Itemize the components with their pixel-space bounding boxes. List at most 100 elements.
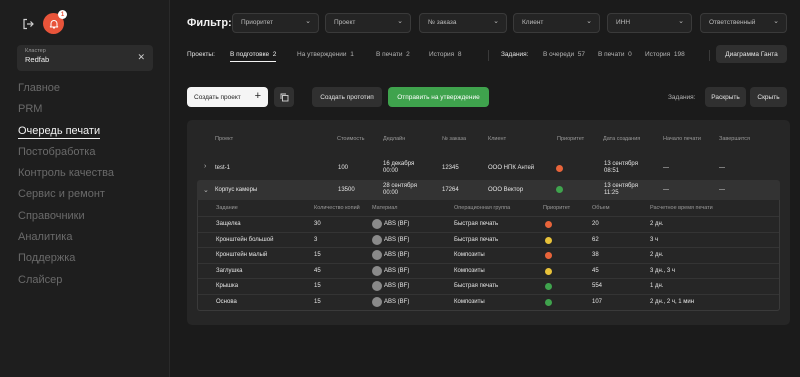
cell-print-start: — xyxy=(663,165,669,171)
material-color-swatch xyxy=(372,265,382,276)
header-order-number: № заказа xyxy=(442,136,467,142)
chevron-right-icon[interactable]: › xyxy=(204,163,206,170)
chevron-down-icon: ⌄ xyxy=(773,18,779,25)
notifications-button[interactable]: 1 xyxy=(43,10,67,34)
cell-material: ABS (BF) xyxy=(384,283,410,289)
cell-operation-group: Быстрая печать xyxy=(454,221,499,227)
list-item[interactable]: Защелка 30 ABS (BF) Быстрая печать 20 2 дн. xyxy=(198,216,779,232)
status-tabs: Проекты: В подготовке 2 На утверждении 1… xyxy=(187,48,790,62)
send-approval-button[interactable]: Отправить на утверждение xyxy=(388,87,489,107)
cell-material: ABS (BF) xyxy=(384,298,410,305)
cell-finish: — xyxy=(719,187,725,193)
cell-copies: 15 xyxy=(314,298,321,305)
copy-button[interactable] xyxy=(274,87,294,107)
material-color-swatch xyxy=(372,234,382,245)
tab-tasks-history[interactable]: История 198 xyxy=(645,51,685,58)
subheader-print-time: Расчетное время печати xyxy=(650,205,713,211)
cell-operation-group: Композиты xyxy=(454,267,485,274)
cell-project: Корпус камеры xyxy=(215,187,258,193)
chevron-down-icon: ⌄ xyxy=(586,18,592,25)
cell-task: Кронштейн большой xyxy=(216,236,274,243)
create-project-button[interactable]: Создать проект + xyxy=(187,87,268,107)
logout-icon xyxy=(23,18,34,30)
main-content: Фильтр: Приоритет ⌄ Проект ⌄ № заказа ⌄ Кли… xyxy=(171,0,800,377)
cell-volume: 38 xyxy=(592,252,599,258)
priority-dot xyxy=(545,283,552,290)
nav-item-support[interactable]: Поддержка xyxy=(18,250,114,271)
header-cost: Стоимость xyxy=(337,136,365,142)
cell-client: ООО НПК Антей xyxy=(488,165,535,171)
cell-operation-group: Композиты xyxy=(454,252,485,258)
plus-icon: + xyxy=(254,90,261,102)
nav-item-slicer[interactable]: Слайсер xyxy=(18,272,114,293)
sidebar: 1 Кластер Redfab ✕ Главное PRM Очередь п… xyxy=(0,0,170,377)
tab-in-print[interactable]: В печати 2 xyxy=(376,51,410,58)
cell-deadline: 28 сентября xyxy=(383,183,417,189)
cell-task: Крышка xyxy=(216,283,239,289)
filter-priority[interactable]: Приоритет ⌄ xyxy=(232,13,319,33)
filter-title: Фильтр: xyxy=(187,17,232,29)
nav-item-print-queue[interactable]: Очередь печати xyxy=(18,123,114,144)
tab-tasks-printing[interactable]: В печати 0 xyxy=(598,51,632,58)
filter-project[interactable]: Проект ⌄ xyxy=(325,13,411,33)
chevron-down-icon: ⌄ xyxy=(305,18,311,25)
nav-item-quality-control[interactable]: Контроль качества xyxy=(18,165,114,186)
tab-tasks-queued[interactable]: В очереди 57 xyxy=(543,51,585,58)
cell-volume: 62 xyxy=(592,236,599,243)
list-item[interactable]: Крышка 15 ABS (BF) Быстрая печать 554 1 дн. xyxy=(198,278,779,294)
filter-client[interactable]: Клиент ⌄ xyxy=(513,13,600,33)
cell-task: Заглушка xyxy=(216,267,243,274)
material-color-swatch xyxy=(372,296,382,307)
subheader-task: Задание xyxy=(216,205,238,211)
cell-print-time: 2 дн., 2 ч, 1 мин xyxy=(650,298,695,305)
close-icon[interactable]: ✕ xyxy=(137,52,145,63)
gantt-chart-button[interactable]: Диаграмма Ганта xyxy=(716,45,787,63)
projects-label: Проекты: xyxy=(187,51,215,58)
cell-task: Основа xyxy=(216,298,237,305)
cell-task: Защелка xyxy=(216,221,241,227)
tab-in-preparation[interactable]: В подготовке 2 xyxy=(230,51,277,62)
cell-copies: 45 xyxy=(314,267,321,274)
list-item[interactable]: Кронштейн малый 15 ABS (BF) Композиты 38 2 дн… xyxy=(198,247,779,263)
header-created: Дата создания xyxy=(603,136,641,142)
priority-dot xyxy=(545,221,552,228)
filter-order-number[interactable]: № заказа ⌄ xyxy=(419,13,507,33)
cell-project: test-1 xyxy=(215,165,231,171)
header-finish: Завершится xyxy=(719,136,751,142)
cell-created-time: 08:51 xyxy=(604,168,620,174)
cluster-value: Redfab xyxy=(25,55,50,64)
nav-item-postprocessing[interactable]: Постобработка xyxy=(18,144,114,165)
subheader-operation-group: Операционная группа xyxy=(454,205,511,211)
material-color-swatch xyxy=(372,219,382,229)
list-item[interactable]: Основа 15 ABS (BF) Композиты 107 2 дн., 2 ч, … xyxy=(198,293,779,310)
subheader-volume: Объем xyxy=(592,205,610,211)
cell-created: 13 сентября xyxy=(604,183,638,189)
tab-on-approval[interactable]: На утверждении 1 xyxy=(297,51,354,58)
priority-dot xyxy=(556,186,563,193)
tab-history[interactable]: История 8 xyxy=(429,51,461,58)
logout-button[interactable] xyxy=(18,14,38,34)
nav-item-analytics[interactable]: Аналитика xyxy=(18,229,114,250)
cell-material: ABS (BF) xyxy=(384,221,410,227)
nav-item-service[interactable]: Сервис и ремонт xyxy=(18,186,114,207)
table-row-expanded[interactable]: ⌄ Корпус камеры 13500 28 сентября 00:00 … xyxy=(197,180,780,200)
nav-item-main[interactable]: Главное xyxy=(18,80,114,101)
filter-inn[interactable]: ИНН ⌄ xyxy=(607,13,692,33)
collapse-button[interactable]: Скрыть xyxy=(750,87,787,107)
cell-print-time: 1 дн. xyxy=(650,283,664,289)
priority-dot xyxy=(545,252,552,259)
list-item[interactable]: Заглушка 45 ABS (BF) Композиты 45 3 дн., 3 ч xyxy=(198,262,779,279)
cell-copies: 30 xyxy=(314,221,321,227)
filter-responsible[interactable]: Ответственный ⌄ xyxy=(700,13,787,33)
cell-order-number: 17264 xyxy=(442,187,459,193)
create-prototype-button[interactable]: Создать прототип xyxy=(312,87,382,107)
cell-print-start: — xyxy=(663,187,669,193)
nav-item-prm[interactable]: PRM xyxy=(18,101,114,122)
cell-created-time: 11:25 xyxy=(604,190,619,196)
chevron-down-icon[interactable]: ⌄ xyxy=(203,186,209,194)
list-item[interactable]: Кронштейн большой 3 ABS (BF) Быстрая печать… xyxy=(198,231,779,248)
cluster-selector[interactable]: Кластер Redfab ✕ xyxy=(17,45,153,71)
cell-volume: 20 xyxy=(592,221,599,227)
nav-item-references[interactable]: Справочники xyxy=(18,208,114,229)
expand-button[interactable]: Раскрыть xyxy=(705,87,746,107)
